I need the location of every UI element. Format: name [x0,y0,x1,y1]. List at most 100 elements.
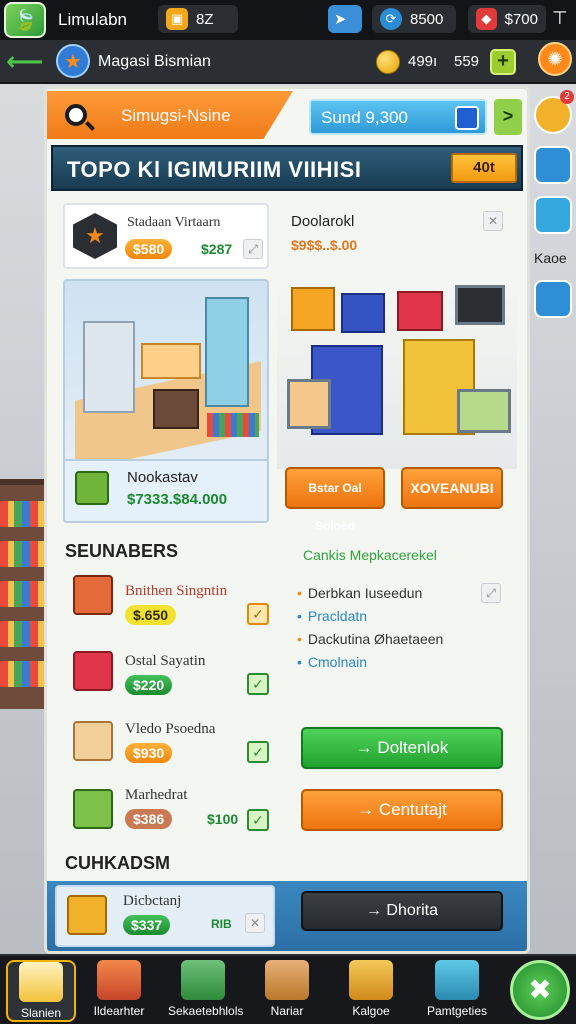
right-action-button[interactable]: XOVEANUBI [401,467,503,509]
stat-pill-3: ◆ $700 [468,5,546,33]
main-panel: Simugsi-Nsine Sund 9,300 > TOPO Kl IGIMU… [44,86,530,954]
cart-icon [287,379,331,429]
checkbox[interactable]: ✓ [247,809,269,831]
kitchen-footer: Nookastav $7333.$84.000 [65,459,267,521]
vending-icon [73,575,113,615]
market-illustration[interactable] [277,279,517,469]
tools-icon[interactable]: ✖ [510,960,570,1020]
rail-label: Kaoe [534,250,567,266]
gem-count: 559 [454,53,480,70]
go-button[interactable]: > [494,99,522,135]
checkbox[interactable]: ✓ [247,603,269,625]
laptop-icon [455,285,505,325]
location-title: Magasi Bismian [98,53,211,70]
green-box-icon [73,789,113,829]
location-bar: ⟵ ★ Magasi Bismian 499ı 559 + [0,40,576,84]
primary-green-button[interactable]: → Doltenlok [301,727,503,769]
gift-box-icon [73,651,113,691]
fridge-icon [205,297,249,407]
featured-item-name: Stadaan Virtaarn [127,215,221,230]
footer-band: Dicbctanj $337 RIB ✕ → Dhorita [47,881,527,951]
coin-icon [376,50,400,74]
box-icon [265,960,309,1000]
gem-icon: ◆ [476,8,497,30]
app-title: Limulabn [58,10,127,29]
books-icon [207,413,259,437]
store-card-title: Doolarokl [291,213,355,230]
kitchen-value: $7333.$84.000 [127,491,228,508]
home-box-icon [19,962,63,1002]
register-icon [67,895,107,935]
star-badge-icon: ★ [56,44,90,78]
gift-icon [435,960,479,1000]
bullet-item: Derbkan Iuseedun [297,585,422,601]
search-rail-icon[interactable] [534,196,572,234]
add-currency-button[interactable]: + [490,49,516,75]
secondary-orange-button[interactable]: → Centutajt [301,789,503,831]
featured-item-price: $580 [125,239,173,259]
expand-icon[interactable]: ⤢ [481,583,501,603]
notification-badge: 2 [560,90,574,104]
kitchen-illustration[interactable]: Nookastav $7333.$84.000 [63,279,269,523]
search-tab[interactable]: Simugsi-Nsine [47,91,293,139]
calendar-rail-icon[interactable] [534,146,572,184]
search-icon [65,104,87,126]
nav-item-crate[interactable]: Sekaetebhlols [168,960,243,1022]
back-arrow-icon[interactable]: ⟵ [6,48,43,76]
star-hex-icon: ★ [73,213,117,259]
nav-item-gift[interactable]: Pamtgeties [422,960,492,1022]
edit-icon[interactable] [455,106,479,130]
featured-item-value: $287 [201,241,233,257]
header-button[interactable]: 40t [451,153,517,183]
sound-field[interactable]: Sund 9,300 [309,99,487,135]
cabinet-icon [153,389,199,429]
cart-icon [457,389,511,433]
section-title-bottom: CUHKADSM [65,853,170,873]
bullet-item: Dackutina Øhaetaeen [297,631,443,647]
crate-icon [181,960,225,1000]
bullet-item: Cmolnain [297,654,367,670]
coin-count: 499ı [408,53,438,70]
food-box-icon [73,721,113,761]
checkbox[interactable]: ✓ [247,673,269,695]
send-icon[interactable]: ➤ [328,5,362,33]
goods-icon [349,960,393,1000]
stat-pill-2: ⟳ 8500 [372,5,456,33]
top-status-bar: 🍃 Limulabn ▣ 8Z ➤ ⟳ 8500 ◆ $700 ⊤ [0,0,576,40]
search-label: Simugsi-Nsine [121,106,231,125]
settings-gear-icon[interactable]: ✺ [538,42,572,76]
nav-item-goods[interactable]: Kalgoe [336,960,406,1022]
crate-icon [291,287,335,331]
checkbox[interactable]: ✓ [247,741,269,763]
featured-item-card[interactable]: ★ Stadaan Virtaarn $580 $287 ⤢ [63,203,269,269]
bullet-item: Pracldatn [297,608,367,624]
crate-icon: ▣ [166,8,188,30]
nav-item-home[interactable]: Slanien [6,960,76,1022]
refresh-icon: ⟳ [380,8,402,30]
signal-icon: ⊤ [552,8,568,28]
oven-icon [83,321,135,413]
header-title: TOPO Kl IGIMURIIM VIIHISI [67,157,362,182]
stat-pill-1: ▣ 8Z [158,5,238,33]
kitchen-name: Nookastav [127,469,198,486]
nav-item-shop[interactable]: Ildearhter [84,960,154,1022]
close-icon[interactable]: ✕ [483,211,503,231]
crate-icon [397,291,443,331]
dark-action-button[interactable]: → Dhorita [301,891,503,931]
section-title-left: SEUNABERS [65,541,179,561]
store-card-price: $9$$..$.00 [291,237,358,253]
header-band: TOPO Kl IGIMURIIM VIIHISI 40t [51,145,523,191]
game-leaf-icon[interactable]: 🍃 [4,2,46,38]
nav-item-box[interactable]: Nariar [252,960,322,1022]
expand-icon[interactable]: ⤢ [243,239,263,259]
footer-card[interactable]: Dicbctanj $337 RIB ✕ [55,885,275,947]
green-box-icon [75,471,109,505]
section-title-right: Cankis Mepkacerekel [303,547,437,563]
home-rail-icon[interactable] [534,280,572,318]
bottom-navigation: Slanien Ildearhter Sekaetebhlols Nariar … [0,954,576,1024]
store-shelf [0,479,46,709]
right-rail: 2 Kaoe [532,90,576,330]
left-action-button[interactable]: Bstar Oal Soloed [285,467,385,533]
crate-icon [341,293,385,333]
close-icon[interactable]: ✕ [245,913,265,933]
